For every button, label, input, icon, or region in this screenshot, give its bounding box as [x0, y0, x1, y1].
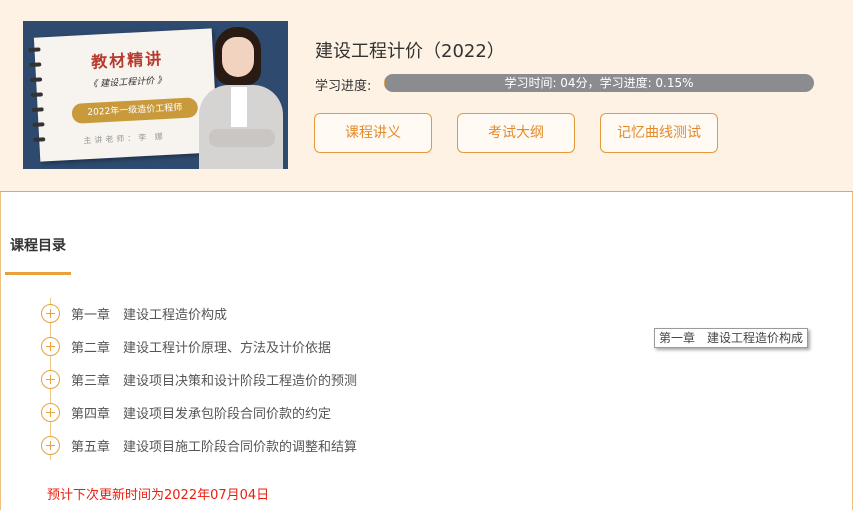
cover-notebook: 教材精讲 《 建设工程计价 》 2022年一级造价工程师 主讲老师：李 娜 [28, 28, 219, 162]
expand-plus-icon[interactable] [41, 303, 60, 323]
course-cover-image[interactable]: 教材精讲 《 建设工程计价 》 2022年一级造价工程师 主讲老师：李 娜 [23, 21, 288, 169]
cover-subject: 《 建设工程计价 》 [88, 75, 167, 90]
progress-bar: 学习时间: 04分，学习进度: 0.15% [384, 74, 814, 92]
chapter-name: 建设项目施工阶段合同价款的调整和结算 [123, 439, 358, 455]
next-update-note: 预计下次更新时间为2022年07月04日 [47, 488, 270, 503]
lecturer-photo [193, 27, 288, 169]
chapter-item-5[interactable]: 第五章 建设项目施工阶段合同价款的调整和结算 [41, 434, 357, 456]
chapter-item-4[interactable]: 第四章 建设项目发承包阶段合同价款的约定 [41, 401, 331, 423]
expand-plus-icon[interactable] [41, 336, 60, 356]
course-notes-button[interactable]: 课程讲义 [314, 113, 432, 153]
chapter-item-2[interactable]: 第二章 建设工程计价原理、方法及计价依据 [41, 335, 331, 357]
chapter-tooltip: 第一章 建设工程造价构成 [654, 328, 809, 348]
catalog-title: 课程目录 [10, 238, 66, 254]
chapter-number: 第四章 [71, 406, 111, 422]
cover-badge: 2022年一级造价工程师 [71, 97, 199, 124]
chapter-number: 第二章 [71, 340, 111, 356]
expand-plus-icon[interactable] [41, 435, 60, 455]
chapter-number: 第五章 [71, 439, 111, 455]
chapter-item-3[interactable]: 第三章 建设项目决策和设计阶段工程造价的预测 [41, 368, 357, 390]
chapter-number: 第三章 [71, 373, 111, 389]
progress-label: 学习进度: [315, 79, 372, 94]
expand-plus-icon[interactable] [41, 402, 60, 422]
notebook-spiral [28, 47, 46, 157]
chapter-name: 建设工程计价原理、方法及计价依据 [123, 340, 332, 356]
expand-plus-icon[interactable] [41, 369, 60, 389]
cover-headline: 教材精讲 [90, 49, 164, 72]
course-header: 教材精讲 《 建设工程计价 》 2022年一级造价工程师 主讲老师：李 娜 建设… [0, 0, 853, 192]
course-title: 建设工程计价（2022） [315, 41, 505, 62]
cover-lecturer: 主讲老师：李 娜 [83, 131, 167, 146]
chapter-item-1[interactable]: 第一章 建设工程造价构成 [41, 302, 227, 324]
chapter-name: 建设项目决策和设计阶段工程造价的预测 [123, 373, 358, 389]
chapter-name: 建设项目发承包阶段合同价款的约定 [123, 406, 332, 422]
exam-syllabus-button[interactable]: 考试大纲 [457, 113, 575, 153]
chapter-name: 建设工程造价构成 [123, 307, 228, 323]
catalog-title-underline [5, 272, 71, 275]
memory-curve-test-button[interactable]: 记忆曲线测试 [600, 113, 718, 153]
chapter-number: 第一章 [71, 307, 111, 323]
progress-text: 学习时间: 04分，学习进度: 0.15% [504, 76, 694, 90]
